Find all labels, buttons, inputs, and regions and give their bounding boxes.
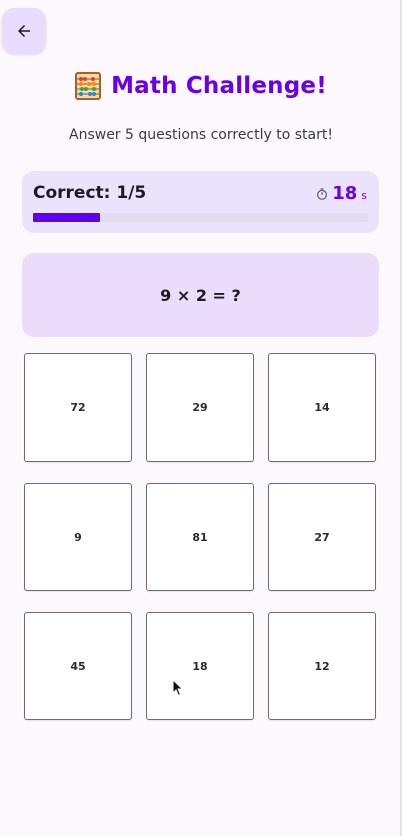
question-card: 9 × 2 = ? bbox=[22, 253, 379, 337]
stopwatch-icon bbox=[317, 188, 328, 200]
answer-button[interactable]: 45 bbox=[24, 612, 132, 720]
back-button[interactable] bbox=[2, 8, 46, 54]
page-title: Math Challenge! bbox=[111, 73, 327, 99]
arrow-left-icon bbox=[18, 25, 30, 37]
progress-card: Correct: 1/5 18 s bbox=[22, 171, 379, 233]
progress-bar bbox=[33, 213, 368, 222]
timer-value: 18 bbox=[332, 183, 358, 204]
mouse-cursor-icon bbox=[172, 679, 184, 697]
answer-grid: 72 29 14 9 81 27 45 18 12 bbox=[24, 353, 377, 720]
instructions-text: Answer 5 questions correctly to start! bbox=[69, 127, 333, 143]
answer-button[interactable]: 9 bbox=[24, 483, 132, 591]
answer-button[interactable]: 72 bbox=[24, 353, 132, 462]
timer: 18 s bbox=[316, 183, 367, 204]
progress-bar-fill bbox=[33, 213, 100, 222]
answer-button[interactable]: 14 bbox=[268, 353, 376, 462]
answer-button[interactable]: 18 bbox=[146, 612, 254, 720]
timer-unit: s bbox=[361, 189, 367, 202]
abacus-icon bbox=[75, 72, 102, 100]
answer-button[interactable]: 27 bbox=[268, 483, 376, 591]
correct-count-label: Correct: 1/5 bbox=[33, 183, 147, 203]
question-text: 9 × 2 = ? bbox=[160, 285, 241, 305]
title-row: Math Challenge! bbox=[0, 72, 402, 100]
answer-button[interactable]: 12 bbox=[268, 612, 376, 720]
answer-button[interactable]: 29 bbox=[146, 353, 254, 462]
answer-button[interactable]: 81 bbox=[146, 483, 254, 591]
